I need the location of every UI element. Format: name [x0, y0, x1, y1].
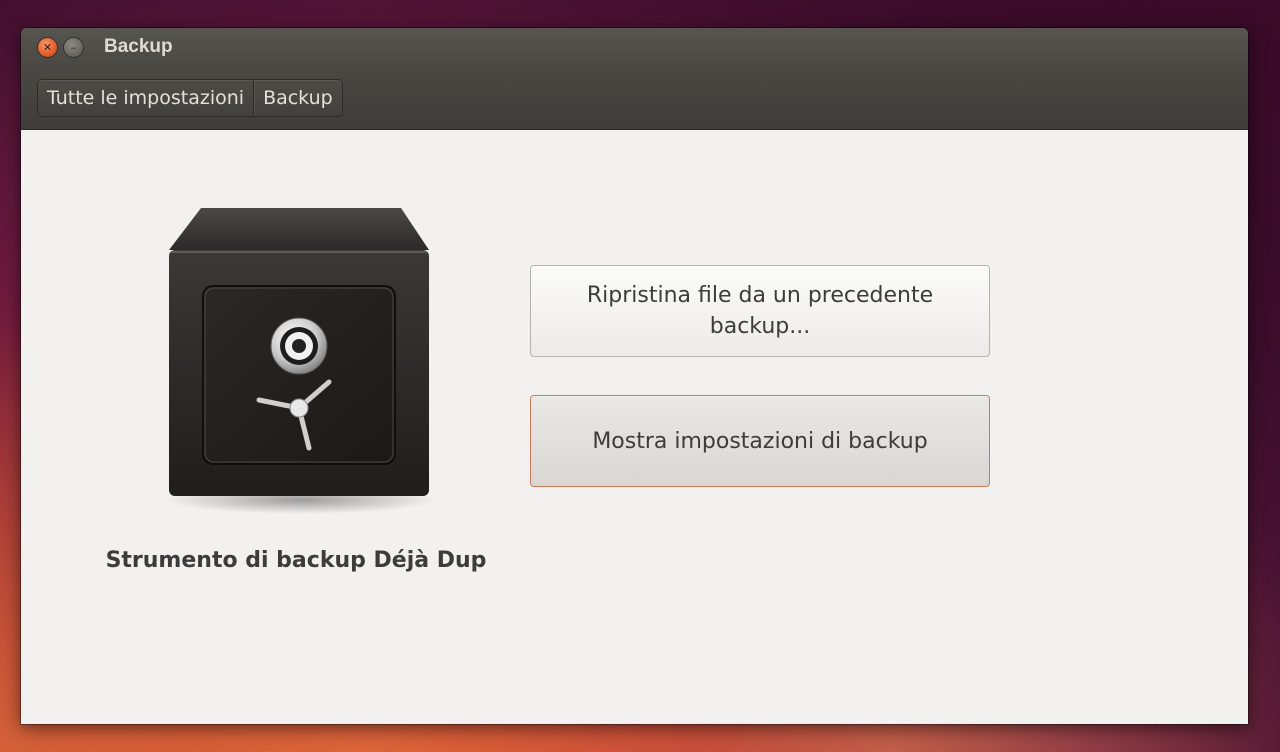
close-icon: ✕: [42, 41, 53, 54]
show-backup-settings-button[interactable]: Mostra impostazioni di backup: [530, 395, 990, 487]
restore-files-button[interactable]: Ripristina file da un precedente backup.…: [530, 265, 990, 357]
minimize-button[interactable]: –: [64, 38, 83, 57]
minimize-icon: –: [70, 41, 77, 54]
breadcrumb: Tutte le impostazioni Backup: [38, 80, 342, 116]
safe-icon: [161, 200, 441, 520]
breadcrumb-all-settings[interactable]: Tutte le impostazioni: [38, 80, 253, 116]
close-button[interactable]: ✕: [38, 38, 57, 57]
backup-window: ✕ – Backup Tutte le impostazioni Backup: [21, 28, 1248, 724]
main-content: Strumento di backup Déjà Dup Ripristina …: [21, 130, 1248, 724]
titlebar: ✕ – Backup Tutte le impostazioni Backup: [21, 28, 1248, 130]
breadcrumb-backup[interactable]: Backup: [253, 80, 342, 116]
app-name: Strumento di backup Déjà Dup: [105, 548, 487, 573]
window-title: Backup: [104, 36, 173, 57]
